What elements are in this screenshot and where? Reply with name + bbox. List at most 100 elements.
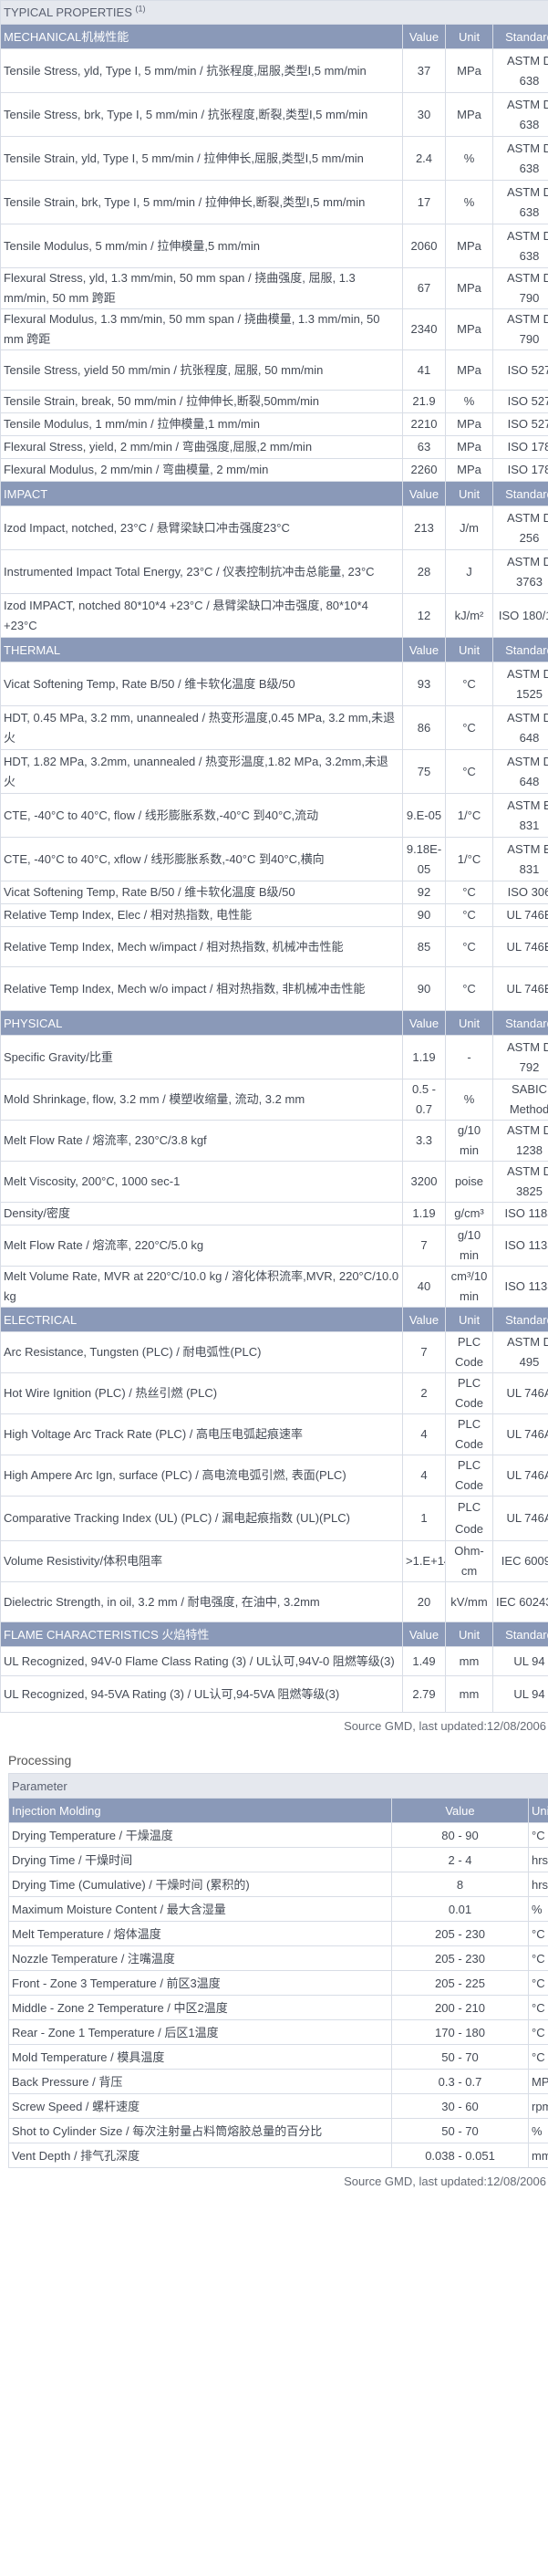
property-unit: PLC Code xyxy=(445,1331,493,1373)
processing-section-name: Injection Molding xyxy=(8,1798,392,1823)
property-value: 85 xyxy=(402,926,446,967)
processing-value: 205 - 230 xyxy=(391,1921,529,1946)
property-unit: mm xyxy=(445,1675,493,1713)
property-value: 7 xyxy=(402,1331,446,1373)
property-standard: ISO 527 xyxy=(492,412,548,436)
property-value: 1.19 xyxy=(402,1035,446,1079)
property-unit: % xyxy=(445,390,493,413)
property-value: 2210 xyxy=(402,412,446,436)
property-name: Vicat Softening Temp, Rate B/50 / 维卡软化温度… xyxy=(0,662,403,706)
typical-properties-title-row: TYPICAL PROPERTIES (1) xyxy=(0,0,548,25)
property-value: 92 xyxy=(402,881,446,904)
property-unit: MPa xyxy=(445,349,493,391)
property-value: 4 xyxy=(402,1455,446,1497)
section-name: IMPACT xyxy=(0,481,403,506)
processing-parameter-label: Parameter xyxy=(7,1773,548,1799)
typical-properties-title: TYPICAL PROPERTIES (1) xyxy=(0,0,548,25)
property-standard: ASTM D 790 xyxy=(492,308,548,350)
property-row: Volume Resistivity/体积电阻率>1.E+14Ohm-cmIEC… xyxy=(0,1540,548,1582)
section-name: MECHANICAL机械性能 xyxy=(0,24,403,49)
property-name: Flexural Modulus, 2 mm/min / 弯曲模量, 2 mm/… xyxy=(0,458,403,482)
property-unit: g/10 min xyxy=(445,1225,493,1267)
property-row: Melt Flow Rate / 熔流率, 220°C/5.0 kg 7 g/10 … xyxy=(0,1225,548,1267)
property-row: Flexural Stress, yield, 2 mm/min / 弯曲强度,… xyxy=(0,435,548,459)
property-row: Flexural Stress, yld, 1.3 mm/min, 50 mm … xyxy=(0,267,548,309)
property-name: HDT, 1.82 MPa, 3.2mm, unannealed / 热变形温度… xyxy=(0,749,403,794)
processing-value: 205 - 225 xyxy=(391,1970,529,1996)
processing-parameter: Shot to Cylinder Size / 每次注射量占料筒熔胶总量的百分比 xyxy=(8,2118,392,2143)
property-unit: °C xyxy=(445,705,493,750)
property-standard: ASTM D 1238 xyxy=(492,1120,548,1162)
header-standard: Standard xyxy=(492,637,548,662)
processing-row: Nozzle Temperature / 注嘴温度 205 - 230 °C xyxy=(8,1945,548,1971)
section-header-row: MECHANICAL机械性能ValueUnitStandard xyxy=(0,24,548,49)
header-value: Value xyxy=(402,1622,446,1647)
property-value: 63 xyxy=(402,435,446,459)
processing-parameter: Rear - Zone 1 Temperature / 后区1温度 xyxy=(8,2019,392,2045)
property-value: 90 xyxy=(402,966,446,1011)
property-row: Comparative Tracking Index (UL) (PLC) / … xyxy=(0,1496,548,1541)
property-row: HDT, 1.82 MPa, 3.2mm, unannealed / 热变形温度… xyxy=(0,749,548,794)
section-header-row: ELECTRICALValueUnitStandard xyxy=(0,1307,548,1332)
processing-parameter: Middle - Zone 2 Temperature / 中区2温度 xyxy=(8,1995,392,2020)
property-name: Izod Impact, notched, 23°C / 悬臂梁缺口冲击强度23… xyxy=(0,506,403,550)
property-standard: ASTM D 1525 xyxy=(492,662,548,706)
property-row: Izod Impact, notched, 23°C / 悬臂梁缺口冲击强度23… xyxy=(0,506,548,550)
header-value: Value xyxy=(402,637,446,662)
processing-body: Parameter Injection Molding Value Unit D… xyxy=(7,1773,548,2168)
processing-parameter: Nozzle Temperature / 注嘴温度 xyxy=(8,1945,392,1971)
properties-source-note: Source GMD, last updated:12/08/2006 xyxy=(344,1719,546,1733)
property-name: Tensile Strain, yld, Type I, 5 mm/min / … xyxy=(0,136,403,181)
property-row: Tensile Stress, brk, Type I, 5 mm/min / … xyxy=(0,92,548,137)
property-row: Melt Viscosity, 200°C, 1000 sec-1 3200 poi… xyxy=(0,1161,548,1203)
processing-row: Melt Temperature / 熔体温度 205 - 230 °C xyxy=(8,1921,548,1946)
property-row: Mold Shrinkage, flow, 3.2 mm / 模塑收缩量, 流动… xyxy=(0,1079,548,1121)
property-unit: MPa xyxy=(445,92,493,137)
property-standard: UL 94 xyxy=(492,1675,548,1713)
property-row: Relative Temp Index, Mech w/impact / 相对热… xyxy=(0,926,548,967)
property-name: Relative Temp Index, Mech w/impact / 相对热… xyxy=(0,926,403,967)
property-unit: J xyxy=(445,549,493,594)
property-name: Melt Volume Rate, MVR at 220°C/10.0 kg /… xyxy=(0,1266,403,1308)
processing-unit: °C xyxy=(527,2044,548,2070)
property-name: Specific Gravity/比重 xyxy=(0,1035,403,1079)
processing-value: 30 - 60 xyxy=(391,2093,529,2119)
property-standard: ASTM D 790 xyxy=(492,267,548,309)
processing-unit: °C xyxy=(527,2019,548,2045)
processing-unit: °C xyxy=(527,1945,548,1971)
header-unit: Unit xyxy=(445,481,493,506)
processing-parameter: Front - Zone 3 Temperature / 前区3温度 xyxy=(8,1970,392,1996)
header-value: Value xyxy=(402,481,446,506)
property-unit: MPa xyxy=(445,308,493,350)
header-standard: Standard xyxy=(492,24,548,49)
typical-properties-body: TYPICAL PROPERTIES (1) MECHANICAL机械性能 Val… xyxy=(0,0,548,1713)
processing-source-note: Source GMD, last updated:12/08/2006 xyxy=(344,2174,546,2188)
property-name: Vicat Softening Temp, Rate B/50 / 维卡软化温度… xyxy=(0,881,403,904)
processing-row: Front - Zone 3 Temperature / 前区3温度 205 - … xyxy=(8,1970,548,1996)
property-standard: ISO 178 xyxy=(492,458,548,482)
processing-row: Drying Time (Cumulative) / 干燥时间 (累积的) 8 hr… xyxy=(8,1872,548,1897)
property-value: 2 xyxy=(402,1372,446,1414)
property-standard: ASTM D 256 xyxy=(492,506,548,550)
processing-unit: °C xyxy=(527,1995,548,2020)
property-unit: 1/°C xyxy=(445,837,493,881)
processing-value: 0.038 - 0.051 xyxy=(391,2143,529,2168)
property-name: Volume Resistivity/体积电阻率 xyxy=(0,1540,403,1582)
property-standard: ISO 306 xyxy=(492,881,548,904)
property-value: 17 xyxy=(402,180,446,224)
property-value: 0.5 - 0.7 xyxy=(402,1079,446,1121)
property-name: Izod IMPACT, notched 80*10*4 +23°C / 悬臂梁… xyxy=(0,593,403,638)
header-standard: Standard xyxy=(492,1010,548,1036)
property-name: Tensile Strain, brk, Type I, 5 mm/min / … xyxy=(0,180,403,224)
property-name: Density/密度 xyxy=(0,1202,403,1225)
processing-unit: MPa xyxy=(527,2069,548,2094)
typical-properties-title-text: TYPICAL PROPERTIES xyxy=(4,5,132,19)
property-name: Flexural Stress, yld, 1.3 mm/min, 50 mm … xyxy=(0,267,403,309)
processing-parameter: Drying Time / 干燥时间 xyxy=(8,1847,392,1872)
property-row: Vicat Softening Temp, Rate B/50 / 维卡软化温度… xyxy=(0,881,548,904)
processing-unit: hrs xyxy=(527,1872,548,1897)
property-name: Melt Flow Rate / 熔流率, 220°C/5.0 kg xyxy=(0,1225,403,1267)
property-unit: % xyxy=(445,1079,493,1121)
property-standard: UL 746A xyxy=(492,1372,548,1414)
header-unit: Unit xyxy=(445,637,493,662)
